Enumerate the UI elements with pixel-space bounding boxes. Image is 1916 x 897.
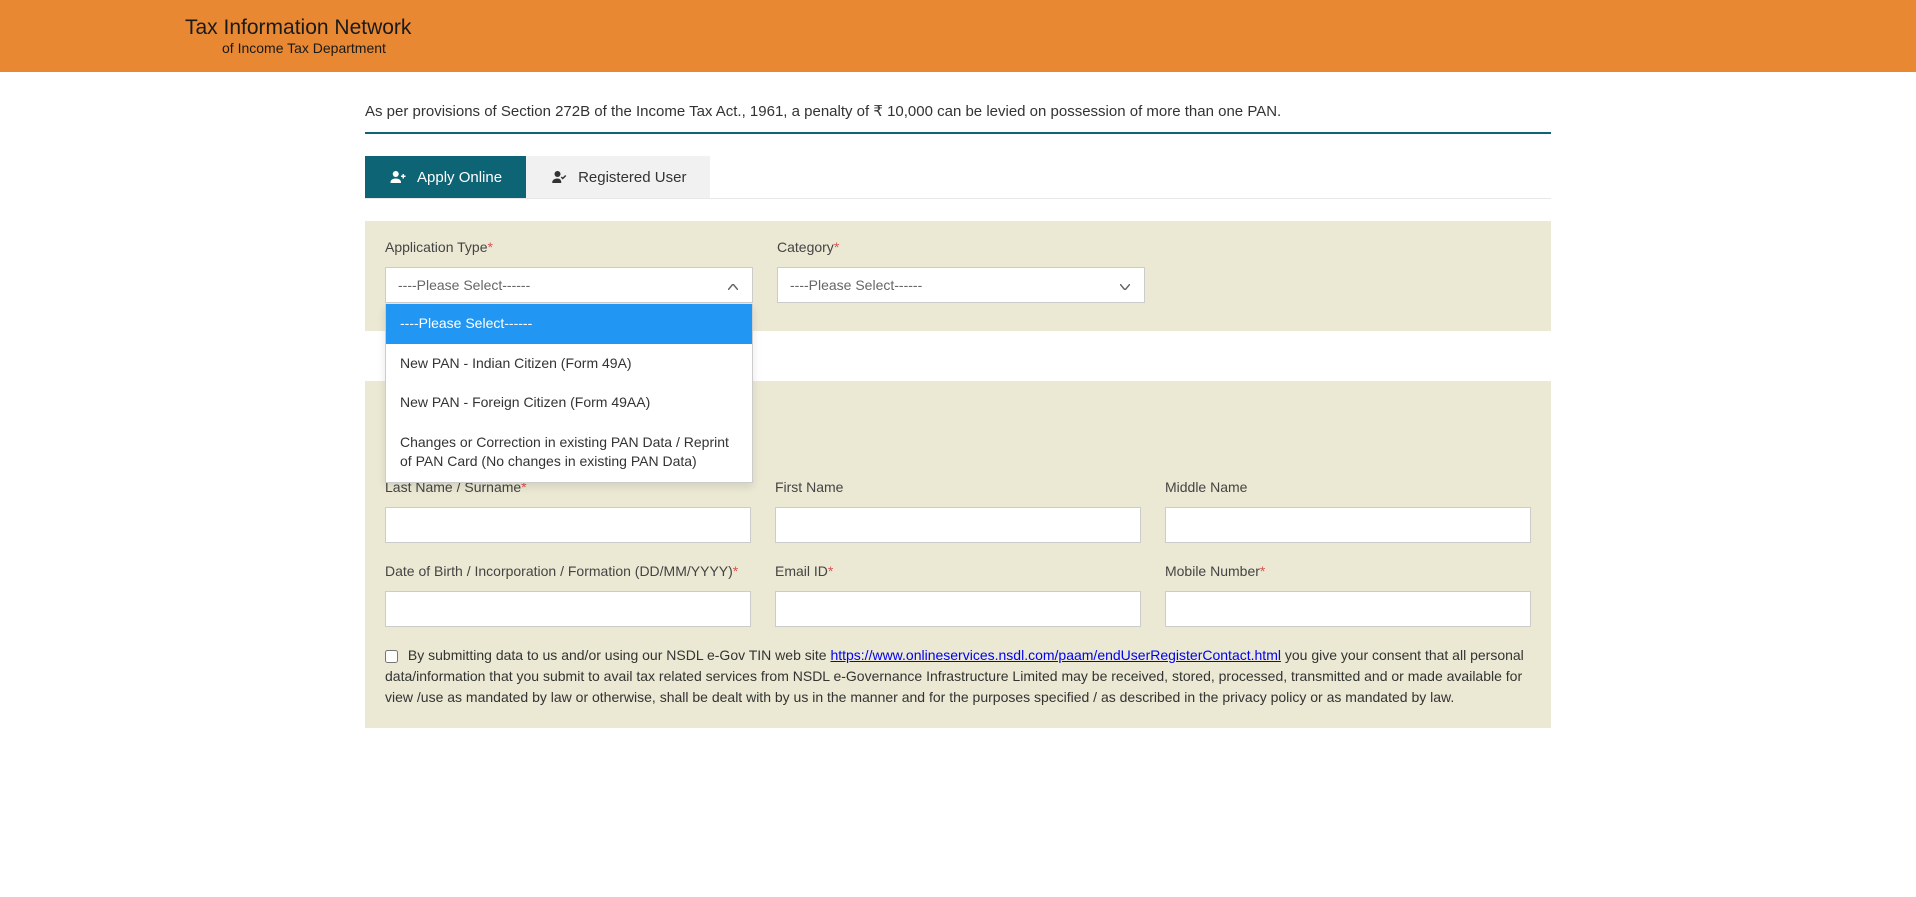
select-value: ----Please Select------ (790, 277, 922, 293)
dob-label: Date of Birth / Incorporation / Formatio… (385, 563, 751, 579)
required-mark: * (733, 563, 738, 579)
required-mark: * (828, 563, 833, 579)
tab-apply-online[interactable]: Apply Online (365, 156, 526, 198)
header-banner: Tax Information Network of Income Tax De… (0, 0, 1916, 72)
penalty-notice: As per provisions of Section 272B of the… (365, 72, 1551, 134)
consent-text: By submitting data to us and/or using ou… (385, 645, 1531, 708)
required-mark: * (1260, 563, 1265, 579)
dropdown-option-changes-correction[interactable]: Changes or Correction in existing PAN Da… (386, 423, 752, 482)
required-mark: * (487, 239, 492, 255)
tab-label: Registered User (578, 169, 686, 186)
tab-registered-user[interactable]: Registered User (526, 156, 710, 198)
application-type-dropdown: ----Please Select------ New PAN - Indian… (385, 304, 753, 483)
tabs: Apply Online Registered User (365, 156, 1551, 199)
consent-link[interactable]: https://www.onlineservices.nsdl.com/paam… (830, 647, 1281, 663)
required-mark: * (834, 239, 839, 255)
mobile-label: Mobile Number* (1165, 563, 1531, 579)
header-subtitle: of Income Tax Department (222, 40, 411, 56)
email-label: Email ID* (775, 563, 1141, 579)
mobile-input[interactable] (1165, 591, 1531, 627)
user-add-icon (389, 168, 407, 186)
consent-prefix: By submitting data to us and/or using ou… (408, 647, 831, 663)
dropdown-option-please-select[interactable]: ----Please Select------ (386, 304, 752, 344)
dropdown-option-new-pan-foreign[interactable]: New PAN - Foreign Citizen (Form 49AA) (386, 383, 752, 423)
application-type-select[interactable]: ----Please Select------ ----Please Selec… (385, 267, 753, 303)
header-title: Tax Information Network (185, 16, 411, 40)
dob-input[interactable] (385, 591, 751, 627)
email-input[interactable] (775, 591, 1141, 627)
form-section-top: Application Type* ----Please Select-----… (365, 221, 1551, 331)
first-name-input[interactable] (775, 507, 1141, 543)
chevron-down-icon (1120, 277, 1130, 293)
consent-checkbox[interactable] (385, 650, 398, 663)
user-check-icon (550, 168, 568, 186)
chevron-up-icon (728, 277, 738, 293)
category-select[interactable]: ----Please Select------ (777, 267, 1145, 303)
tab-label: Apply Online (417, 169, 502, 186)
first-name-label: First Name (775, 479, 1141, 495)
application-type-label: Application Type* (385, 239, 753, 255)
last-name-input[interactable] (385, 507, 751, 543)
category-label: Category* (777, 239, 1145, 255)
dropdown-option-new-pan-indian[interactable]: New PAN - Indian Citizen (Form 49A) (386, 344, 752, 384)
select-value: ----Please Select------ (398, 277, 530, 293)
middle-name-label: Middle Name (1165, 479, 1531, 495)
middle-name-input[interactable] (1165, 507, 1531, 543)
